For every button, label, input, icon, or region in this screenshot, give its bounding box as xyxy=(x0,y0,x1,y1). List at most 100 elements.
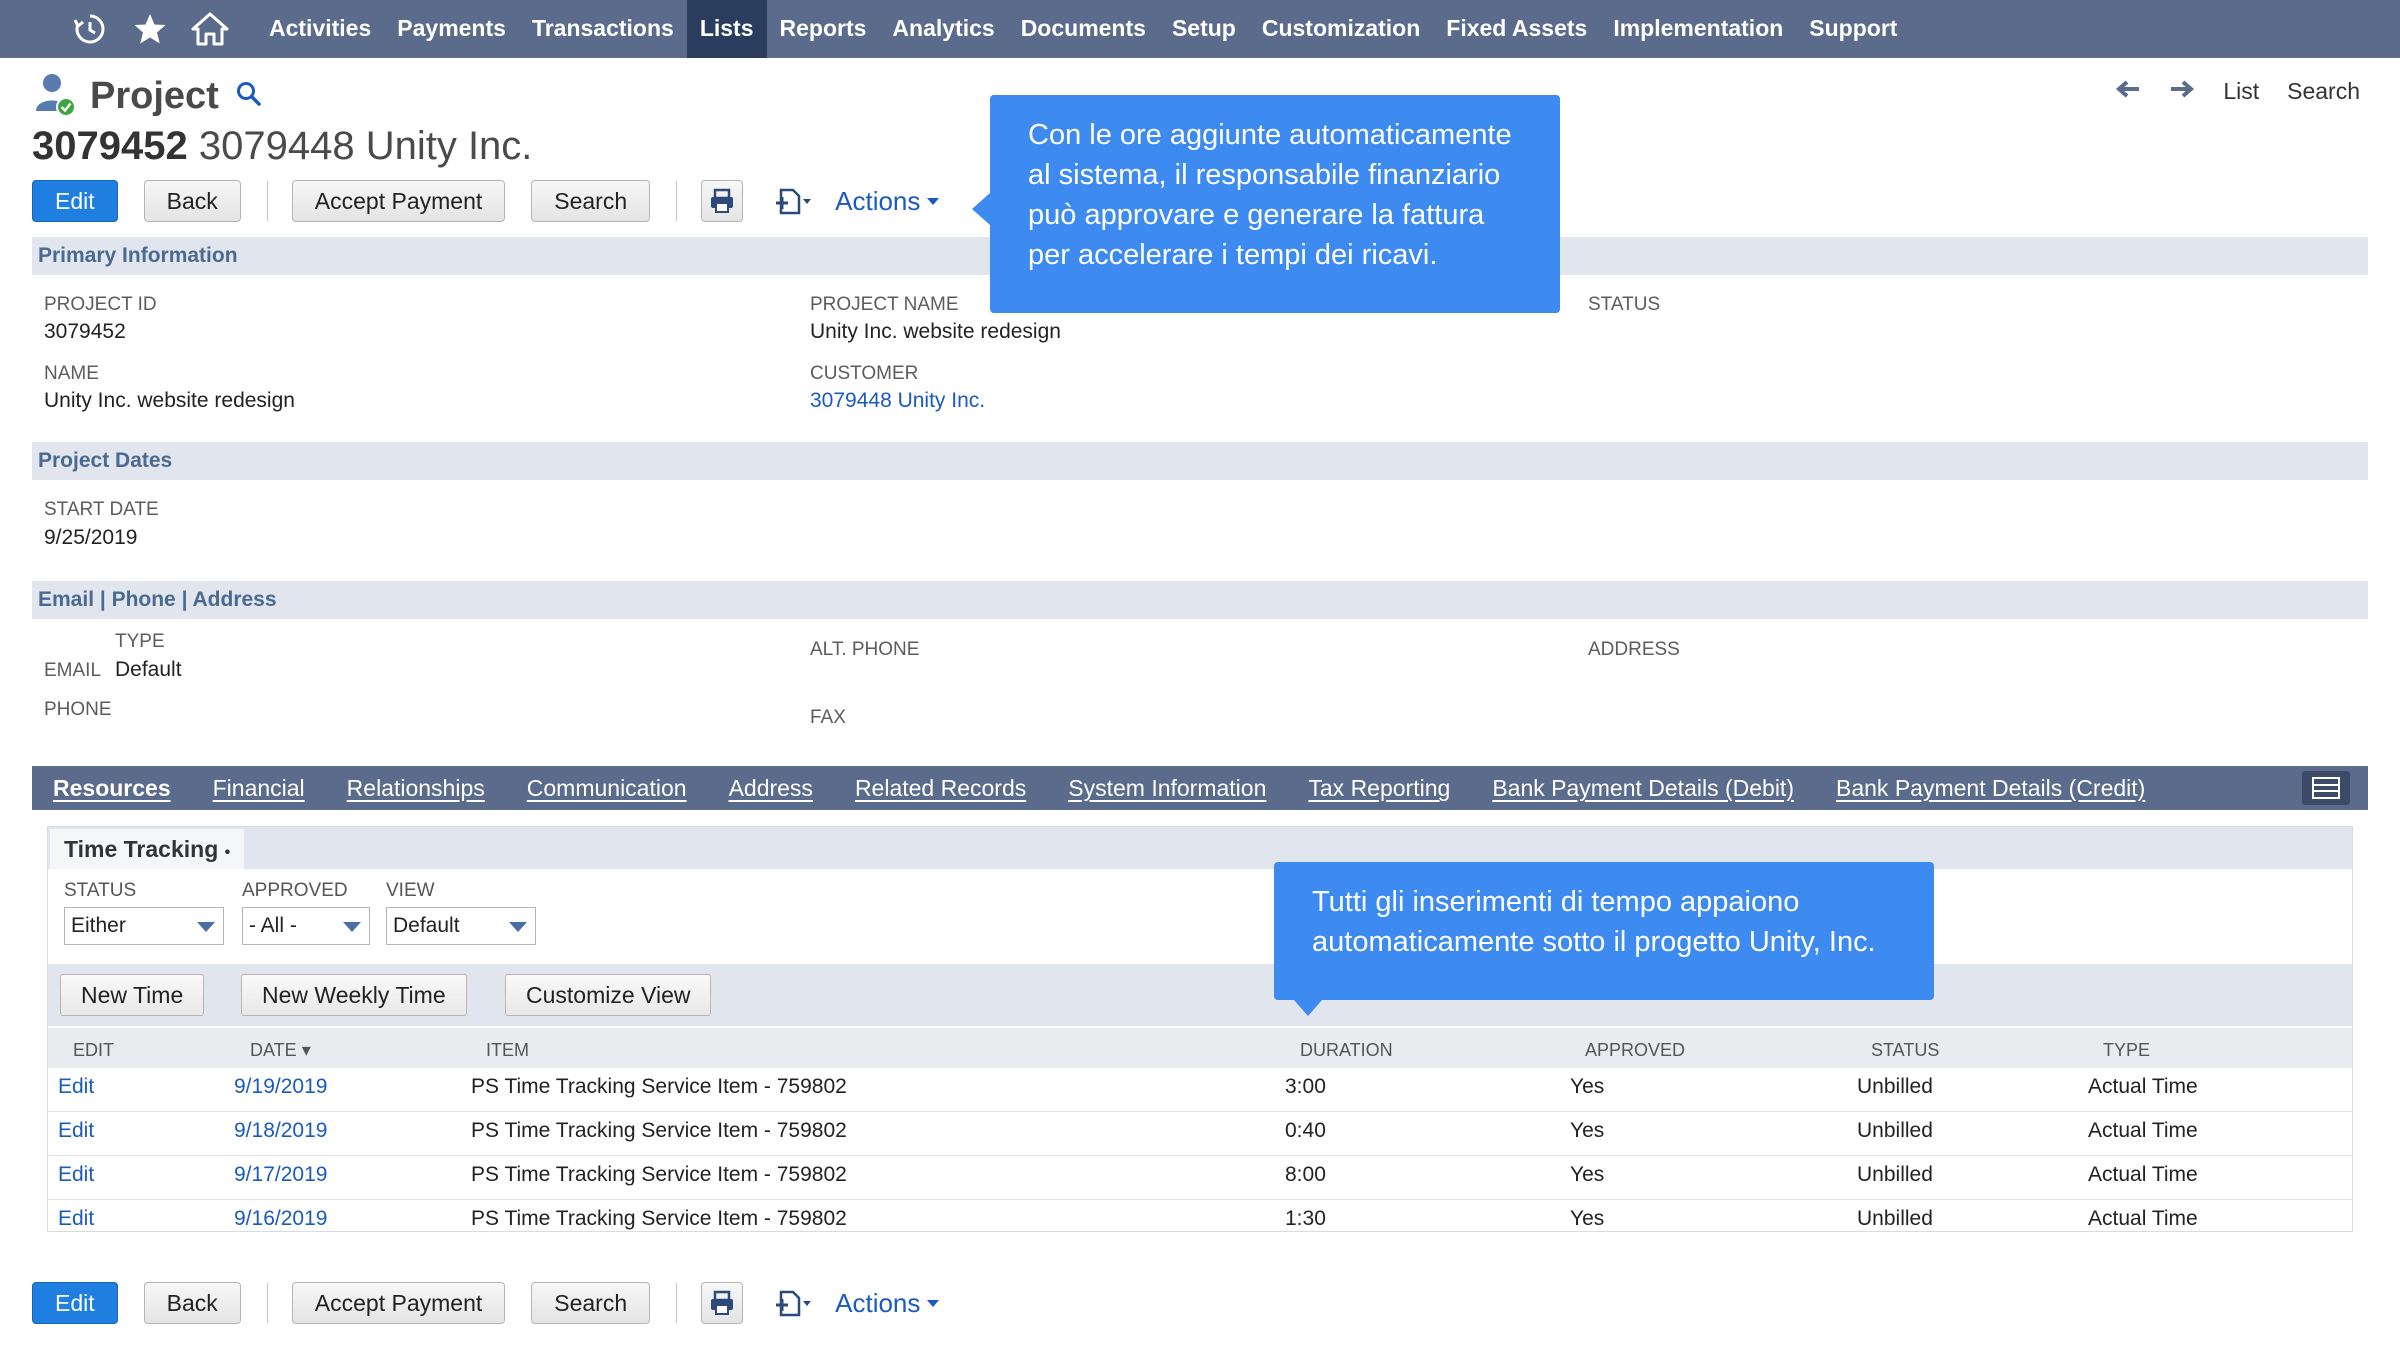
new-time-button[interactable]: New Time xyxy=(60,974,205,1016)
menu-implementation[interactable]: Implementation xyxy=(1600,0,1796,58)
column-item[interactable]: Item xyxy=(486,1040,529,1061)
time-tracking-tab[interactable]: Time Tracking • xyxy=(50,829,245,869)
record-customer-name: 3079448 Unity Inc. xyxy=(198,124,533,168)
status-select[interactable]: Either xyxy=(64,907,224,945)
home-icon[interactable] xyxy=(180,0,240,58)
recent-icon[interactable] xyxy=(60,0,120,58)
row-item: PS Time Tracking Service Item - 759802 xyxy=(471,1075,847,1098)
type-label: Type xyxy=(115,631,165,652)
menu-setup[interactable]: Setup xyxy=(1159,0,1249,58)
sort-desc-icon: ▾ xyxy=(301,1040,311,1060)
tab-bank-payment-debit[interactable]: Bank Payment Details (Debit) xyxy=(1471,766,1815,810)
arrow-right-icon[interactable] xyxy=(2169,78,2195,105)
row-item: PS Time Tracking Service Item - 759802 xyxy=(471,1119,847,1142)
row-edit-link[interactable]: Edit xyxy=(58,1119,94,1143)
menu-support[interactable]: Support xyxy=(1796,0,1910,58)
approved-select[interactable]: - All - xyxy=(242,907,370,945)
status-select-value: Either xyxy=(71,914,126,937)
search-icon[interactable] xyxy=(235,80,263,113)
menu-payments[interactable]: Payments xyxy=(384,0,519,58)
tab-relationships[interactable]: Relationships xyxy=(326,766,506,810)
menu-customization[interactable]: Customization xyxy=(1249,0,1433,58)
tab-tax-reporting[interactable]: Tax Reporting xyxy=(1287,766,1471,810)
column-date[interactable]: Date ▾ xyxy=(250,1040,311,1061)
row-date-link[interactable]: 9/18/2019 xyxy=(234,1119,327,1143)
view-select[interactable]: Default xyxy=(386,907,536,945)
column-duration[interactable]: Duration xyxy=(1300,1040,1393,1061)
row-type: Actual Time xyxy=(2088,1119,2198,1142)
table-row xyxy=(48,1156,2352,1200)
back-button[interactable]: Back xyxy=(143,180,241,222)
row-status: Unbilled xyxy=(1857,1163,1933,1186)
menu-analytics[interactable]: Analytics xyxy=(879,0,1007,58)
column-type[interactable]: Type xyxy=(2103,1040,2150,1061)
actions-menu[interactable]: Actions xyxy=(835,186,940,217)
approved-filter-label: Approved xyxy=(242,880,348,901)
toolbar-divider xyxy=(676,1283,678,1323)
accept-payment-button[interactable]: Accept Payment xyxy=(291,1282,506,1324)
menu-transactions[interactable]: Transactions xyxy=(519,0,687,58)
accept-payment-button[interactable]: Accept Payment xyxy=(291,180,506,222)
table-header xyxy=(48,1028,2352,1068)
approved-select-value: - All - xyxy=(249,914,297,937)
edit-button[interactable]: Edit xyxy=(32,1282,118,1324)
time-tracking-marker: • xyxy=(224,844,231,861)
print-icon[interactable] xyxy=(701,1282,744,1324)
new-weekly-time-button[interactable]: New Weekly Time xyxy=(241,974,467,1016)
dropdown-arrow-icon xyxy=(343,922,361,932)
alt-phone-label: Alt. Phone xyxy=(810,639,920,660)
address-label: Address xyxy=(1588,639,1680,660)
email-label: Email xyxy=(44,660,102,681)
search-link[interactable]: Search xyxy=(2287,78,2360,105)
menu-documents[interactable]: Documents xyxy=(1008,0,1159,58)
project-name-label: Project Name xyxy=(810,294,959,315)
row-edit-link[interactable]: Edit xyxy=(58,1207,94,1231)
layout-toggle-icon[interactable] xyxy=(2302,771,2350,805)
record-name: 3079452 3079448 Unity Inc. xyxy=(32,124,532,169)
actions-label: Actions xyxy=(835,185,921,216)
time-entries-callout: Tutti gli inserimenti di tempo appaiono … xyxy=(1274,862,1934,1016)
table-row xyxy=(48,1200,2352,1244)
row-date-link[interactable]: 9/17/2019 xyxy=(234,1163,327,1187)
menu-lists[interactable]: Lists xyxy=(686,0,767,58)
dropdown-arrow-icon xyxy=(509,922,527,932)
actions-menu[interactable]: Actions xyxy=(835,1288,940,1319)
menu-activities[interactable]: Activities xyxy=(256,0,384,58)
arrow-left-icon[interactable] xyxy=(2115,78,2141,105)
customer-link[interactable]: 3079448 Unity Inc. xyxy=(810,389,985,413)
menu-reports[interactable]: Reports xyxy=(767,0,880,58)
menu-fixed-assets[interactable]: Fixed Assets xyxy=(1433,0,1600,58)
project-icon xyxy=(32,71,78,122)
search-button[interactable]: Search xyxy=(531,1282,651,1324)
row-type: Actual Time xyxy=(2088,1075,2198,1098)
new-record-icon[interactable] xyxy=(773,186,813,216)
back-button[interactable]: Back xyxy=(143,1282,241,1324)
row-edit-link[interactable]: Edit xyxy=(58,1075,94,1099)
row-date-link[interactable]: 9/16/2019 xyxy=(234,1207,327,1231)
star-icon[interactable] xyxy=(120,0,180,58)
customer-label: Customer xyxy=(810,363,919,384)
tab-system-information[interactable]: System Information xyxy=(1047,766,1287,810)
row-item: PS Time Tracking Service Item - 759802 xyxy=(471,1163,847,1186)
column-approved[interactable]: Approved xyxy=(1585,1040,1685,1061)
tab-address[interactable]: Address xyxy=(708,766,834,810)
row-date-link[interactable]: 9/19/2019 xyxy=(234,1075,327,1099)
search-button[interactable]: Search xyxy=(531,180,651,222)
tab-related-records[interactable]: Related Records xyxy=(834,766,1047,810)
new-record-icon[interactable] xyxy=(773,1288,813,1318)
tab-resources[interactable]: Resources xyxy=(32,766,192,810)
tab-bank-payment-credit[interactable]: Bank Payment Details (Credit) xyxy=(1815,766,2166,810)
row-edit-link[interactable]: Edit xyxy=(58,1163,94,1187)
edit-button[interactable]: Edit xyxy=(32,180,118,222)
customize-view-button[interactable]: Customize View xyxy=(505,974,712,1016)
page-title: Project xyxy=(90,74,219,117)
tab-communication[interactable]: Communication xyxy=(506,766,708,810)
column-status[interactable]: Status xyxy=(1871,1040,1939,1061)
time-tracking-header-bar xyxy=(48,827,2352,869)
row-status: Unbilled xyxy=(1857,1207,1933,1230)
tab-financial[interactable]: Financial xyxy=(192,766,326,810)
row-approved: Yes xyxy=(1570,1119,1605,1142)
top-navigation: Activities Payments Transactions Lists R… xyxy=(0,0,2400,58)
print-icon[interactable] xyxy=(701,180,744,222)
list-link[interactable]: List xyxy=(2223,78,2259,105)
